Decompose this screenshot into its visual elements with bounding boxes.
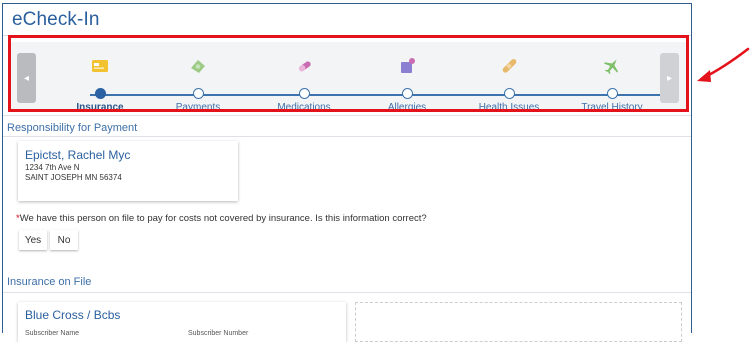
step-travel-history[interactable]: Travel History — [567, 52, 657, 113]
no-button[interactable]: No — [50, 230, 78, 250]
step-label: Allergies — [387, 102, 427, 113]
step-label: Medications — [277, 102, 331, 113]
title-divider — [3, 35, 691, 36]
step-medications[interactable]: Medications — [259, 52, 349, 113]
yes-button[interactable]: Yes — [19, 230, 47, 250]
annotation-arrow-icon — [697, 47, 750, 82]
echeckin-panel: eCheck-In ◂ Insurance Payments Medicatio… — [2, 3, 692, 342]
step-marker — [504, 88, 515, 99]
health-issues-icon — [502, 58, 517, 73]
step-marker — [402, 88, 413, 99]
allergies-icon — [401, 58, 415, 73]
subscriber-number-label: Subscriber Number — [188, 330, 249, 337]
page-title: eCheck-In — [12, 9, 100, 30]
progress-stepper: ◂ Insurance Payments Medications Allergi… — [10, 42, 687, 113]
step-marker — [299, 88, 310, 99]
insurance-section-title: Insurance on File — [7, 276, 92, 288]
step-label: Health Issues — [478, 102, 540, 113]
section-divider — [3, 292, 691, 293]
step-allergies[interactable]: Allergies — [362, 52, 452, 113]
section-divider — [3, 136, 691, 137]
payer-address-line2: SAINT JOSEPH MN 56374 — [25, 173, 122, 182]
step-label: Insurance — [76, 102, 124, 113]
step-label: Payments — [175, 102, 221, 113]
add-coverage-placeholder[interactable] — [355, 302, 682, 342]
step-payments[interactable]: Payments — [153, 52, 243, 113]
step-label: Travel History — [581, 102, 643, 113]
insurance-plan-name: Blue Cross / Bcbs — [25, 308, 121, 322]
step-marker — [193, 88, 204, 99]
step-health-issues[interactable]: Health Issues — [464, 52, 554, 113]
chevron-right-icon: ▸ — [666, 72, 673, 84]
responsibility-section-title: Responsibility for Payment — [7, 122, 138, 134]
stepper-divider — [3, 115, 691, 116]
step-marker — [607, 88, 618, 99]
subscriber-name-label: Subscriber Name — [25, 330, 80, 337]
stepper-next-button[interactable]: ▸ — [660, 53, 679, 103]
payer-address-line1: 1234 7th Ave N — [25, 163, 80, 172]
insurance-card-icon — [92, 60, 108, 72]
question-text: We have this person on file to pay for c… — [19, 213, 427, 224]
travel-history-icon — [604, 59, 618, 75]
step-insurance[interactable]: Insurance — [55, 52, 145, 113]
step-marker — [95, 88, 106, 99]
medications-icon — [298, 61, 311, 72]
payer-name: Epictst, Rachel Myc — [25, 148, 131, 162]
payer-confirmation-question: *We have this person on file to pay for … — [16, 213, 427, 224]
stepper-prev-button[interactable]: ◂ — [17, 53, 36, 103]
payer-card[interactable]: Epictst, Rachel Myc 1234 7th Ave N SAINT… — [18, 141, 238, 201]
chevron-left-icon: ◂ — [23, 72, 30, 84]
payments-icon — [191, 60, 205, 73]
